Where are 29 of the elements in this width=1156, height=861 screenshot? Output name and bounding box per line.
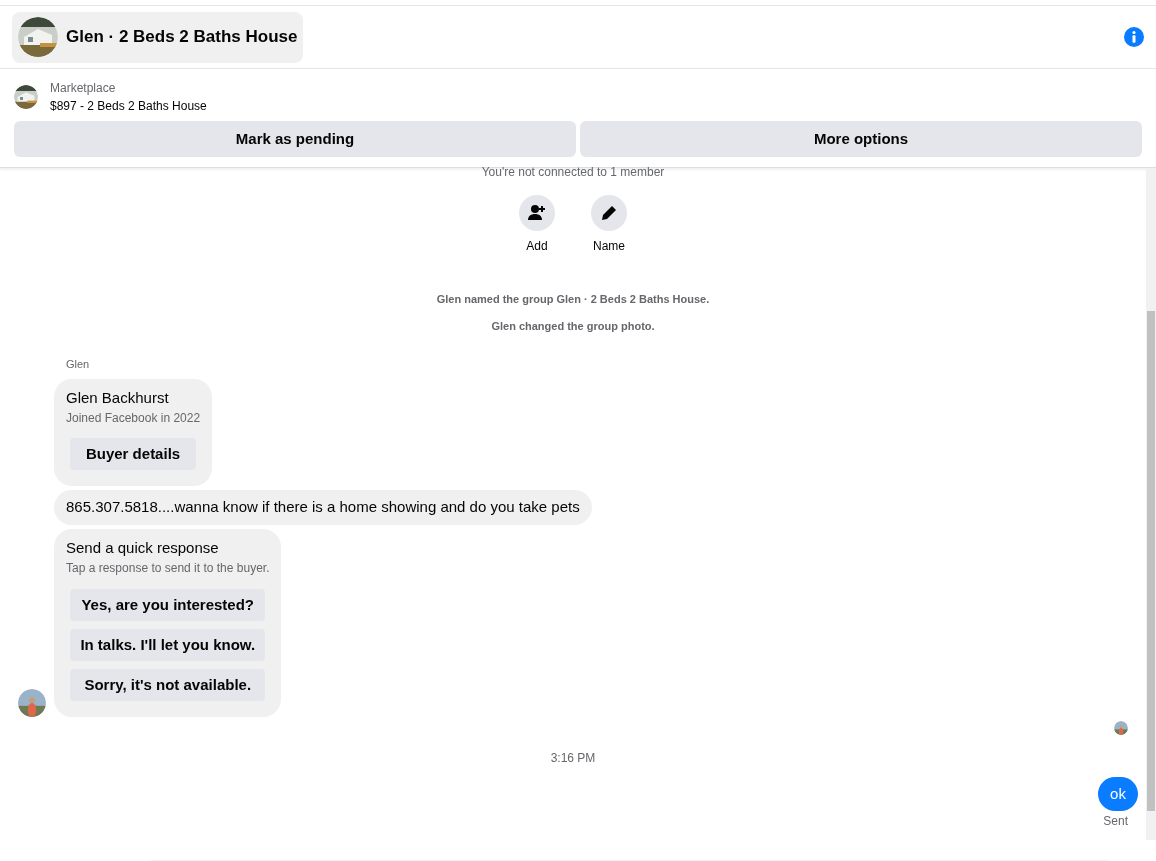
group-action-button[interactable]	[591, 195, 627, 231]
sent-message-bubble: ok	[1098, 777, 1138, 811]
timestamp: 3:16 PM	[550, 750, 596, 767]
quick-response-button[interactable]: In talks. I'll let you know.	[70, 629, 266, 661]
group-action-button[interactable]	[519, 195, 555, 231]
quick-response-button[interactable]: Sorry, it's not available.	[70, 669, 266, 701]
buyer-name: Glen Backhurst	[66, 387, 170, 408]
quick-response-button[interactable]: Yes, are you interested?	[70, 589, 266, 621]
conversation-title-button[interactable]: Glen · 2 Beds 2 Baths House	[12, 11, 304, 63]
quick-response-title: Send a quick response	[66, 537, 220, 558]
system-message: Glen named the group Glen · 2 Beds 2 Baths House.	[436, 292, 710, 307]
quick-response-hint: Tap a response to send it to the buyer.	[66, 560, 270, 577]
connection-notice: You're not connected to 1 member	[481, 166, 665, 178]
scrollbar[interactable]	[1146, 168, 1156, 840]
add-person-icon	[527, 203, 547, 223]
group-action-label: Name	[593, 238, 625, 255]
info-icon[interactable]	[1124, 27, 1144, 47]
action-button[interactable]: More options	[580, 121, 1142, 157]
listing-summary: $897 - 2 Beds 2 Baths House	[50, 98, 207, 115]
group-action-label: Add	[526, 238, 548, 255]
buyer-details-button[interactable]: Buyer details	[70, 438, 197, 470]
message-status: Sent	[1103, 813, 1128, 830]
buyer-joined: Joined Facebook in 2022	[66, 410, 201, 427]
listing-source: Marketplace	[50, 80, 117, 97]
action-button[interactable]: Mark as pending	[14, 121, 576, 157]
system-message: Glen changed the group photo.	[491, 318, 655, 334]
sender-name: Glen	[65, 357, 90, 372]
message-bubble: 865.307.5818....wanna know if there is a home showing and do you take pets	[54, 490, 592, 525]
pencil-icon	[599, 203, 619, 223]
